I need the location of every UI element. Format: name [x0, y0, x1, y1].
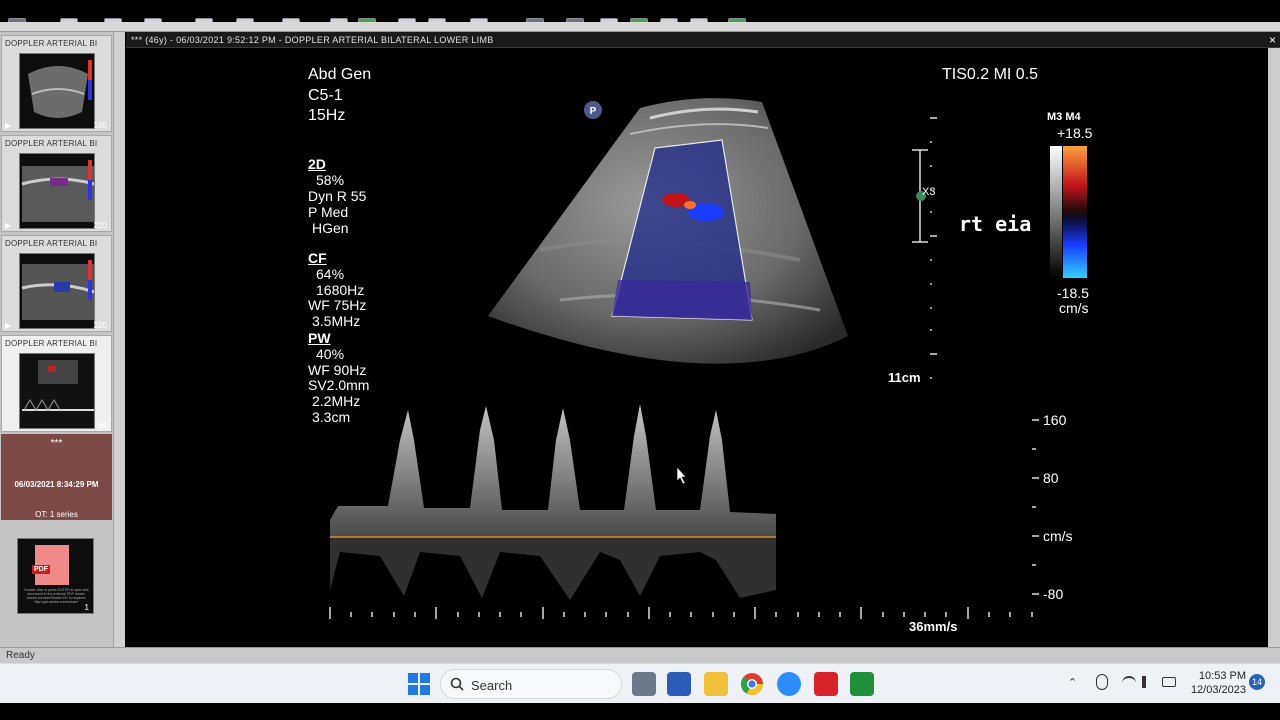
taskbar-search[interactable]: Search: [440, 669, 622, 699]
pw-gain: 40%: [316, 346, 345, 362]
cf-header: CF: [308, 250, 327, 266]
probe-name: C5-1: [308, 87, 343, 104]
pw-gate-depth: 3.3cm: [312, 409, 351, 425]
battery-icon[interactable]: [1162, 677, 1176, 687]
radiant-viewer-icon[interactable]: [850, 672, 874, 696]
twod-dynamic-range: Dyn R 55: [308, 188, 367, 204]
tis-mi-readout: TIS0.2 MI 0.5: [942, 66, 1039, 83]
velocity-unit: cm/s: [1043, 528, 1073, 544]
cf-wall-filter: WF 75Hz: [308, 297, 367, 313]
velocity-tick-minus-80: -80: [1043, 586, 1064, 602]
annotation-label[interactable]: rt eia: [959, 212, 1031, 236]
clock[interactable]: 10:53 PM 12/03/2023: [1186, 669, 1246, 697]
clock-date: 12/03/2023: [1190, 684, 1246, 696]
twod-gain: 58%: [316, 172, 345, 188]
cf-prf: 1680Hz: [316, 282, 365, 298]
velocity-tick-160: 160: [1043, 412, 1067, 428]
chrome-icon[interactable]: [740, 672, 764, 696]
cf-gain: 64%: [316, 266, 345, 282]
status-bar: Ready: [0, 647, 1280, 663]
frame-rate: 15Hz: [308, 107, 346, 124]
grayscale-bar: [1050, 146, 1062, 278]
clock-time: 10:53 PM: [1198, 670, 1246, 682]
pw-frequency: 2.2MHz: [312, 393, 361, 409]
preset-name: Abd Gen: [308, 66, 372, 83]
search-label: Search: [471, 678, 513, 693]
tray-chevron-icon[interactable]: ⌃: [1068, 676, 1080, 689]
depth-scale: [912, 117, 937, 355]
wifi-icon[interactable]: [1122, 676, 1136, 688]
pw-sample-volume: SV2.0mm: [308, 377, 370, 393]
mouse-cursor-icon: [676, 466, 687, 485]
twod-header: 2D: [308, 156, 326, 172]
probe-marker-label: P: [590, 106, 597, 117]
acrobat-icon[interactable]: [814, 672, 838, 696]
velocity-axis: [1032, 419, 1039, 595]
microphone-icon[interactable]: [1096, 674, 1108, 690]
pw-header: PW: [308, 330, 331, 346]
ultrasound-image: P: [329, 98, 1087, 619]
zoom-app-icon[interactable]: [777, 672, 801, 696]
cf-frequency: 3.5MHz: [312, 313, 361, 329]
twod-power: P Med: [308, 204, 349, 220]
windows-start-icon[interactable]: [408, 673, 430, 695]
scale-unit: cm/s: [1059, 300, 1089, 316]
status-text: Ready: [6, 650, 35, 661]
color-velocity-bar: [1063, 146, 1087, 278]
depth-readout: 11cm: [888, 370, 921, 385]
volume-icon[interactable]: [1142, 676, 1154, 688]
doppler-spectrum: [330, 404, 776, 600]
velocity-tick-80: 80: [1043, 470, 1059, 486]
sweep-speed: 36mm/s: [909, 619, 958, 634]
scale-mode-label: M3 M4: [1047, 111, 1081, 123]
scale-top-value: +18.5: [1057, 125, 1093, 141]
notification-badge[interactable]: 14: [1249, 674, 1265, 690]
letterbox-bottom: [0, 703, 1280, 720]
app-window: DOPPLER ARTERIAL BI ▶ 195 DOPPLER ARTERI…: [0, 0, 1280, 720]
taskbar: Search ⌃ 10:53 PM 12/03/2023 14: [0, 663, 1280, 703]
word-icon[interactable]: [667, 672, 691, 696]
time-axis: [329, 607, 1033, 619]
zoom-factor: X3: [922, 186, 936, 198]
scale-bottom-value: -18.5: [1057, 285, 1089, 301]
search-icon: [450, 677, 464, 691]
task-view-icon[interactable]: [632, 672, 656, 696]
twod-frequency: HGen: [312, 220, 349, 236]
pw-wall-filter: WF 90Hz: [308, 362, 367, 378]
file-explorer-icon[interactable]: [704, 672, 728, 696]
